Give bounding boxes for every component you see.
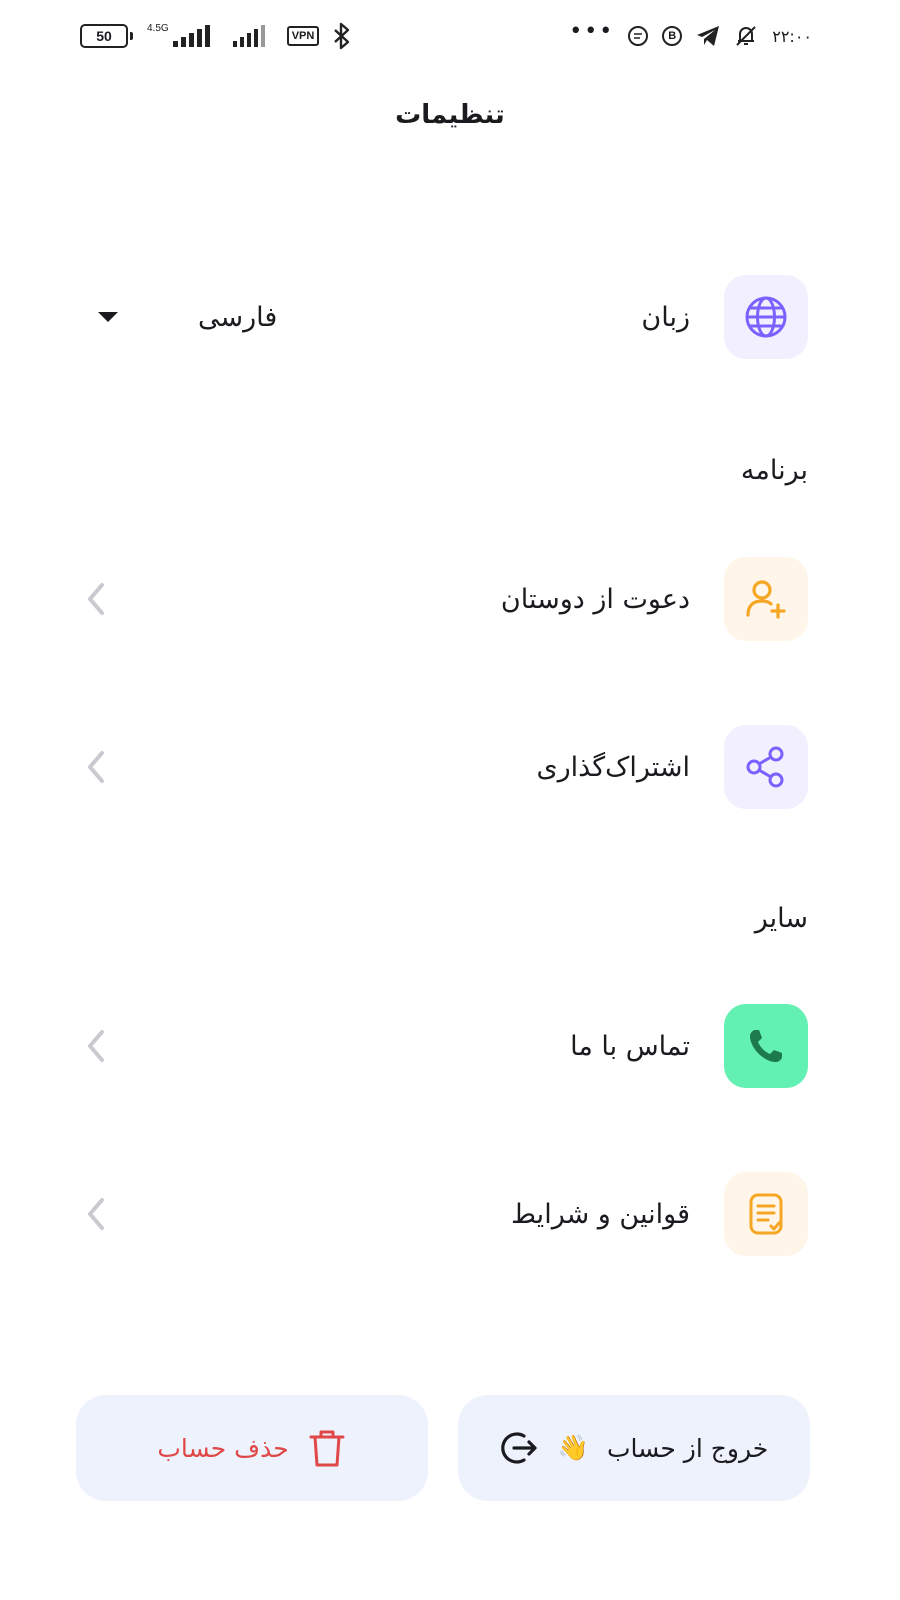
signal-strength-secondary-icon — [232, 25, 265, 47]
network-type: 4.5G — [147, 22, 169, 34]
section-title-app: برنامه — [740, 455, 808, 486]
page-title: تنظیمات — [395, 100, 505, 130]
terms-icon-box — [724, 1172, 808, 1256]
globe-icon — [745, 296, 787, 338]
logout-label: خروج از حساب — [606, 1433, 769, 1463]
battery-indicator: 50 — [80, 24, 133, 48]
contact-icon-box — [724, 1004, 808, 1088]
share-icon — [746, 746, 784, 788]
invite-icon-box — [724, 557, 808, 641]
battery-level: 50 — [80, 24, 128, 48]
language-row[interactable]: زبان فارسی — [76, 275, 808, 359]
logout-arrow-icon — [501, 1432, 537, 1464]
waving-hand-emoji: 👋 — [557, 1433, 589, 1462]
share-icon-box — [724, 725, 808, 809]
chevron-left-icon — [76, 1197, 116, 1231]
b-badge-icon: B — [662, 26, 683, 46]
logout-button[interactable]: خروج از حساب 👋 — [458, 1395, 810, 1501]
invite-friends-row[interactable]: دعوت از دوستان — [76, 557, 808, 641]
status-bar: 50 4.5G VPN ••• B ۲۲:۰۰ — [80, 14, 812, 58]
bluetooth-icon — [334, 22, 350, 50]
trash-icon — [309, 1430, 345, 1467]
chevron-left-icon — [76, 1029, 116, 1063]
contact-us-label: تماس با ما — [570, 1030, 690, 1062]
overflow-dots-icon: ••• — [569, 19, 615, 44]
terms-label: قوانین و شرایط — [511, 1198, 690, 1230]
signal-strength-icon — [172, 25, 210, 47]
muted-bell-icon — [736, 26, 756, 46]
user-plus-icon — [746, 580, 786, 619]
chat-bubble-icon — [628, 26, 649, 46]
status-bar-left: 50 4.5G VPN — [80, 22, 351, 50]
document-check-icon — [749, 1193, 783, 1235]
battery-tip — [130, 32, 133, 40]
terms-row[interactable]: قوانین و شرایط — [76, 1172, 808, 1256]
chevron-left-icon — [76, 582, 116, 616]
section-title-other: سایر — [754, 903, 808, 934]
language-label: زبان — [641, 301, 690, 333]
delete-account-button[interactable]: حذف حساب — [76, 1395, 428, 1501]
clock-time: ۲۲:۰۰ — [772, 26, 812, 46]
status-bar-right: ••• B ۲۲:۰۰ — [569, 19, 812, 48]
telegram-icon — [697, 26, 720, 46]
share-row[interactable]: اشتراک‌گذاری — [76, 725, 808, 809]
caret-down-icon[interactable] — [98, 312, 118, 322]
contact-us-row[interactable]: تماس با ما — [76, 1004, 808, 1088]
phone-icon — [750, 1030, 782, 1062]
share-label: اشتراک‌گذاری — [536, 751, 690, 783]
delete-account-label: حذف حساب — [157, 1433, 289, 1463]
vpn-badge: VPN — [286, 26, 320, 46]
language-select[interactable]: فارسی — [198, 302, 277, 333]
chevron-left-icon — [76, 750, 116, 784]
language-icon-box — [724, 275, 808, 359]
invite-friends-label: دعوت از دوستان — [500, 583, 690, 615]
